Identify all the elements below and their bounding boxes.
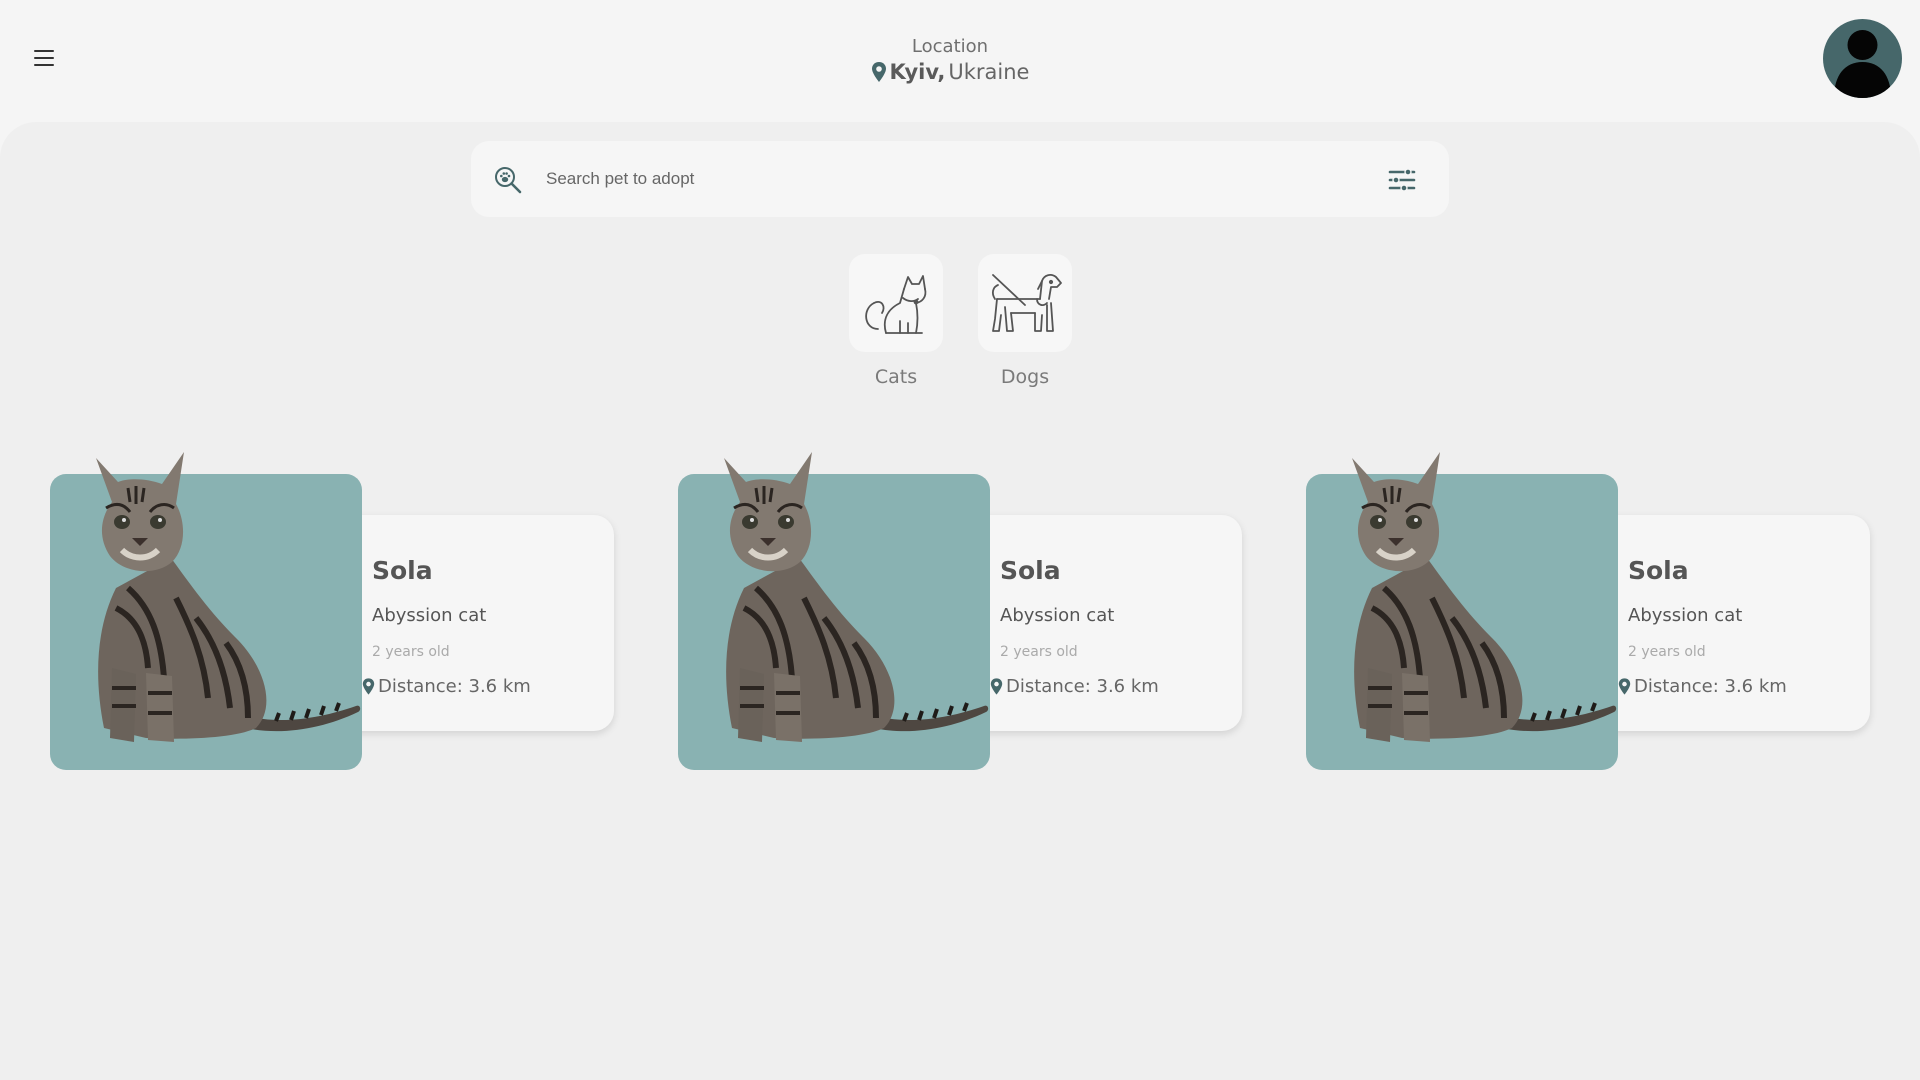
location-selector[interactable]: Location Kyiv, Ukraine [760, 36, 1140, 86]
location-label: Location [911, 36, 989, 57]
search-input[interactable] [544, 163, 1324, 195]
pet-distance: Distance: 3.6 km [990, 676, 1159, 697]
cat-photo [724, 452, 989, 742]
search-bar [471, 141, 1449, 217]
pet-age: 2 years old [372, 644, 450, 660]
location-city: Kyiv, [889, 60, 946, 84]
cat-icon [865, 275, 927, 334]
pet-name: Sola [1000, 556, 1061, 585]
pet-breed: Abyssion cat [372, 605, 487, 626]
category-tile[interactable] [978, 254, 1072, 352]
user-icon [1834, 30, 1891, 98]
pet-distance: Distance: 3.6 km [362, 676, 531, 697]
pet-breed: Abyssion cat [1628, 605, 1743, 626]
category-label: Dogs [1000, 366, 1050, 388]
paw-search-icon [495, 167, 522, 194]
menu-line [34, 50, 54, 52]
cat-photo [1352, 452, 1617, 742]
map-pin-icon [990, 678, 1003, 695]
menu-line [34, 64, 54, 66]
map-pin-icon [1618, 678, 1631, 695]
pet-age: 2 years old [1000, 644, 1078, 660]
pet-distance: Distance: 3.6 km [1618, 676, 1787, 697]
pet-card[interactable]: Sola Abyssion cat 2 years old Distance: … [1306, 438, 1870, 774]
menu-line [34, 57, 54, 59]
category-tile[interactable] [849, 254, 943, 352]
pet-card[interactable]: Sola Abyssion cat 2 years old Distance: … [50, 438, 614, 774]
filter-icon[interactable] [1387, 165, 1417, 195]
location-value: Kyiv, Ukraine [760, 58, 1140, 86]
cat-photo [96, 452, 361, 742]
pet-distance-text: Distance: 3.6 km [1634, 676, 1787, 697]
dog-icon [991, 274, 1062, 332]
pet-name: Sola [1628, 556, 1689, 585]
pet-distance-text: Distance: 3.6 km [378, 676, 531, 697]
user-avatar[interactable] [1823, 19, 1902, 98]
pet-age: 2 years old [1628, 644, 1706, 660]
pet-breed: Abyssion cat [1000, 605, 1115, 626]
location-country: Ukraine [948, 60, 1030, 84]
pet-card[interactable]: Sola Abyssion cat 2 years old Distance: … [678, 438, 1242, 774]
category-cats[interactable]: Cats [849, 254, 943, 388]
category-label: Cats [874, 366, 918, 388]
top-bar: Location Kyiv, Ukraine [0, 0, 1920, 122]
map-pin-icon [871, 62, 886, 82]
category-dogs[interactable]: Dogs [978, 254, 1072, 388]
pet-name: Sola [372, 556, 433, 585]
map-pin-icon [362, 678, 375, 695]
menu-icon[interactable] [34, 45, 60, 71]
pet-distance-text: Distance: 3.6 km [1006, 676, 1159, 697]
